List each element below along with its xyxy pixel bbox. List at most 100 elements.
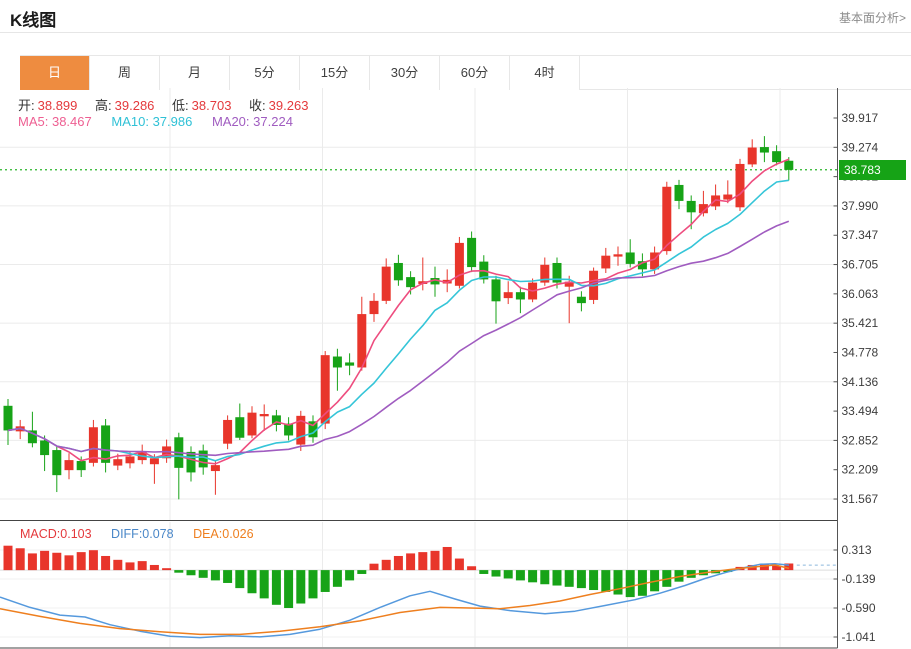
y-axis-label: 39.917 — [842, 111, 879, 125]
macd-bar — [260, 570, 269, 598]
open-label: 开: — [18, 98, 35, 113]
macd-bar — [284, 570, 293, 608]
macd-bar — [199, 570, 208, 578]
y-axis-label: 31.567 — [842, 492, 879, 506]
macd-bar — [333, 570, 342, 587]
macd-info: MACD:0.103 DIFF:0.078 DEA:0.026 — [20, 527, 254, 541]
candle — [626, 252, 635, 263]
macd-bar — [77, 552, 86, 570]
macd-bar — [516, 570, 525, 580]
ohlc-info: 开:38.899 高:39.286 低:38.703 收:39.263 — [18, 95, 308, 114]
candle — [601, 256, 610, 269]
candle — [223, 420, 232, 444]
macd-bar — [16, 548, 25, 570]
candle — [345, 362, 354, 365]
candle — [577, 297, 586, 303]
diff-value: 0.078 — [142, 527, 173, 541]
y-axis-label: 32.209 — [842, 463, 879, 477]
candle — [772, 151, 781, 162]
macd-bar — [394, 556, 403, 570]
candle — [113, 459, 122, 465]
candle — [614, 254, 623, 256]
macd-bar — [65, 555, 74, 570]
candle — [235, 417, 244, 438]
macd-bar — [479, 570, 488, 574]
current-price-label: 38.783 — [839, 160, 906, 180]
macd-bar — [113, 560, 122, 570]
candle — [40, 440, 49, 455]
macd-bar — [89, 550, 98, 570]
y-axis-label: 39.274 — [842, 140, 879, 154]
macd-bar — [589, 570, 598, 590]
macd-bar — [626, 570, 635, 597]
macd-axis-label: -1.041 — [842, 630, 876, 644]
macd-bar — [272, 570, 281, 605]
kline-widget: K线图 基本面分析> 日周月5分15分30分60分4时 39.91739.274… — [0, 0, 911, 649]
candle — [199, 451, 208, 468]
candle — [675, 185, 684, 201]
macd-bar — [382, 560, 391, 570]
candle — [760, 147, 769, 152]
macd-axis-label: -0.590 — [842, 601, 876, 615]
candle — [662, 187, 671, 251]
high-label: 高: — [95, 98, 112, 113]
candle — [382, 267, 391, 301]
macd-bar — [577, 570, 586, 588]
macd-bar — [565, 570, 574, 587]
macd-value: 0.103 — [60, 527, 91, 541]
macd-bar — [345, 570, 354, 580]
y-axis-label: 37.347 — [842, 228, 879, 242]
low-value: 38.703 — [192, 98, 232, 113]
dea-value: 0.026 — [222, 527, 253, 541]
candle — [736, 164, 745, 207]
macd-bar — [601, 570, 610, 592]
y-axis-label: 36.063 — [842, 287, 879, 301]
macd-bar — [126, 562, 135, 570]
candle — [333, 357, 342, 368]
y-axis-label: 33.494 — [842, 404, 879, 418]
y-axis-label: 34.136 — [842, 375, 879, 389]
macd-bar — [406, 553, 415, 570]
macd-bar — [540, 570, 549, 584]
macd-bar — [553, 570, 562, 585]
ma10-value: 37.986 — [153, 114, 193, 129]
macd-bar — [235, 570, 244, 588]
macd-bar — [150, 565, 159, 570]
candle — [748, 148, 757, 165]
candle — [248, 413, 257, 436]
candle — [126, 456, 135, 463]
candle — [687, 201, 696, 212]
candle — [394, 263, 403, 280]
ma5-value: 38.467 — [52, 114, 92, 129]
macd-bar — [614, 570, 623, 594]
ma-line-MA10 — [8, 180, 789, 461]
macd-bar — [138, 561, 147, 570]
diff-label: DIFF: — [111, 527, 142, 541]
y-axis-label: 34.778 — [842, 345, 879, 359]
candle — [504, 292, 513, 298]
macd-bar — [162, 568, 171, 570]
macd-bar — [309, 570, 318, 598]
candle — [492, 279, 501, 301]
macd-bar — [357, 570, 366, 574]
macd-bar — [504, 570, 513, 578]
macd-bar — [418, 552, 427, 570]
ma-info: MA5: 38.467 MA10: 37.986 MA20: 37.224 — [18, 114, 293, 129]
macd-bar — [223, 570, 232, 583]
macd-axis-label: 0.313 — [842, 543, 872, 557]
macd-bar — [431, 551, 440, 570]
close-value: 39.263 — [269, 98, 309, 113]
macd-bar — [248, 570, 257, 593]
macd-bar — [28, 553, 37, 570]
ma-line-MA5 — [8, 159, 789, 464]
macd-bar — [52, 553, 61, 570]
macd-bar — [187, 570, 196, 575]
macd-bar — [296, 570, 305, 603]
candle — [260, 414, 269, 416]
ma20-label: MA20: — [212, 114, 250, 129]
macd-bar — [455, 559, 464, 571]
y-axis-label: 35.421 — [842, 316, 879, 330]
macd-bar — [101, 556, 110, 570]
ma5-label: MA5: — [18, 114, 48, 129]
macd-bar — [467, 566, 476, 570]
